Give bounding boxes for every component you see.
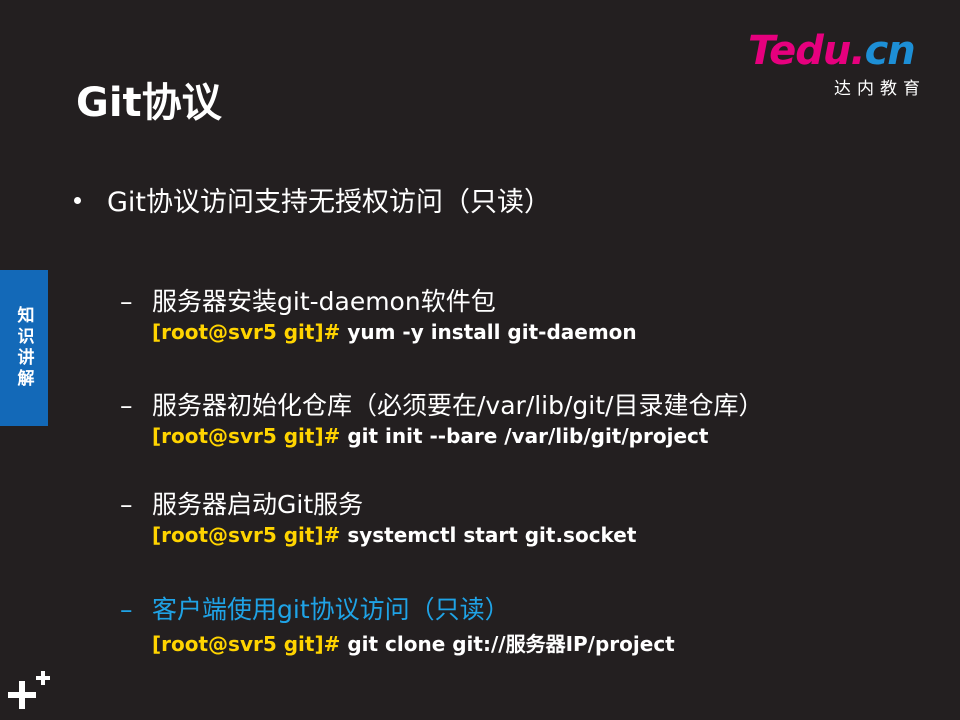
command-line: [root@svr5 git]# git init --bare /var/li… xyxy=(152,424,763,448)
step-line: – 服务器启动Git服务 xyxy=(120,489,636,521)
main-bullet-text: Git协议访问支持无授权访问（只读） xyxy=(107,187,552,218)
step-text: 服务器启动Git服务 xyxy=(152,490,364,519)
main-bullet: Git协议访问支持无授权访问（只读） xyxy=(74,180,551,219)
step-item-highlighted: – 客户端使用git协议访问（只读） [root@svr5 git]# git … xyxy=(120,594,675,657)
step-text: 服务器初始化仓库（必须要在/var/lib/git/目录建仓库） xyxy=(152,391,764,420)
logo-cn: cn xyxy=(864,28,916,74)
step-text: 服务器安装git-daemon软件包 xyxy=(152,287,496,316)
shell-command: git clone git://服务器IP/project xyxy=(340,632,675,656)
shell-prompt: [root@svr5 git]# xyxy=(152,632,341,656)
shell-command: git init --bare /var/lib/git/project xyxy=(340,424,709,448)
command-line: [root@svr5 git]# systemctl start git.soc… xyxy=(152,523,636,547)
dash-icon: – xyxy=(120,287,133,316)
dash-icon: – xyxy=(120,490,133,519)
shell-command: yum -y install git-daemon xyxy=(340,320,637,344)
shell-prompt: [root@svr5 git]# xyxy=(152,523,341,547)
tedu-logo: Tedu.cn 达内教育 xyxy=(748,28,930,99)
step-line: – 服务器初始化仓库（必须要在/var/lib/git/目录建仓库） xyxy=(120,390,763,422)
side-tab-label: 知识讲解 xyxy=(13,306,34,390)
side-tab: 知识讲解 xyxy=(0,270,48,426)
step-item: – 服务器初始化仓库（必须要在/var/lib/git/目录建仓库） [root… xyxy=(120,390,763,448)
dash-icon: – xyxy=(120,391,133,420)
step-item: – 服务器安装git-daemon软件包 [root@svr5 git]# yu… xyxy=(120,286,637,344)
logo-wordmark: Tedu.cn xyxy=(748,28,916,74)
shell-prompt: [root@svr5 git]# xyxy=(152,320,341,344)
command-line: [root@svr5 git]# yum -y install git-daem… xyxy=(152,320,637,344)
logo-subtitle: 达内教育 xyxy=(834,79,926,99)
step-line: – 服务器安装git-daemon软件包 xyxy=(120,286,637,318)
step-text: 客户端使用git协议访问（只读） xyxy=(152,595,510,624)
shell-command: systemctl start git.socket xyxy=(340,523,637,547)
shell-prompt: [root@svr5 git]# xyxy=(152,424,341,448)
slide-title: Git协议 xyxy=(76,80,222,126)
logo-edu: edu. xyxy=(769,28,865,74)
dash-icon: – xyxy=(120,595,133,624)
command-line: [root@svr5 git]# git clone git://服务器IP/p… xyxy=(152,628,675,657)
step-line: – 客户端使用git协议访问（只读） xyxy=(120,594,675,626)
plus-icon xyxy=(8,671,50,709)
logo-t: T xyxy=(748,28,770,74)
step-item: – 服务器启动Git服务 [root@svr5 git]# systemctl … xyxy=(120,489,636,547)
bullet-dot-icon xyxy=(74,197,81,204)
